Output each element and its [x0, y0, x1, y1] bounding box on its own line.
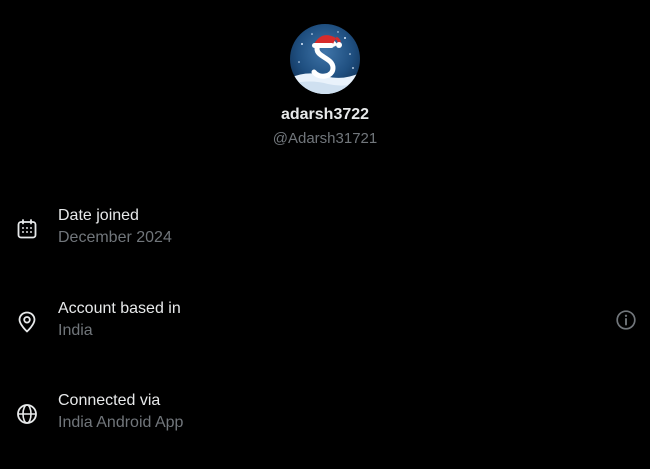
account-based-in-row: Account based in India: [0, 299, 650, 349]
profile-header: adarsh3722 @Adarsh31721: [0, 24, 650, 149]
connected-via-value: India Android App: [58, 414, 184, 431]
account-based-in-value: India: [58, 322, 93, 339]
date-joined-label: Date joined: [58, 207, 139, 224]
avatar-image: [290, 24, 360, 94]
calendar-icon: [15, 217, 39, 241]
info-icon[interactable]: [615, 309, 637, 331]
connected-via-row: Connected via India Android App: [0, 391, 650, 441]
connected-via-label: Connected via: [58, 392, 161, 409]
location-pin-icon: [15, 310, 39, 334]
connected-via-text: Connected via India Android App: [58, 391, 183, 433]
username-handle: @Adarsh31721: [272, 130, 378, 147]
display-name: adarsh3722: [280, 106, 370, 123]
globe-icon: [15, 402, 39, 426]
account-based-in-label: Account based in: [58, 300, 181, 317]
date-joined-row: Date joined December 2024: [0, 206, 650, 256]
account-based-in-text: Account based in India: [58, 299, 181, 341]
date-joined-value: December 2024: [58, 229, 172, 246]
avatar[interactable]: [290, 24, 360, 94]
date-joined-text: Date joined December 2024: [58, 206, 172, 248]
